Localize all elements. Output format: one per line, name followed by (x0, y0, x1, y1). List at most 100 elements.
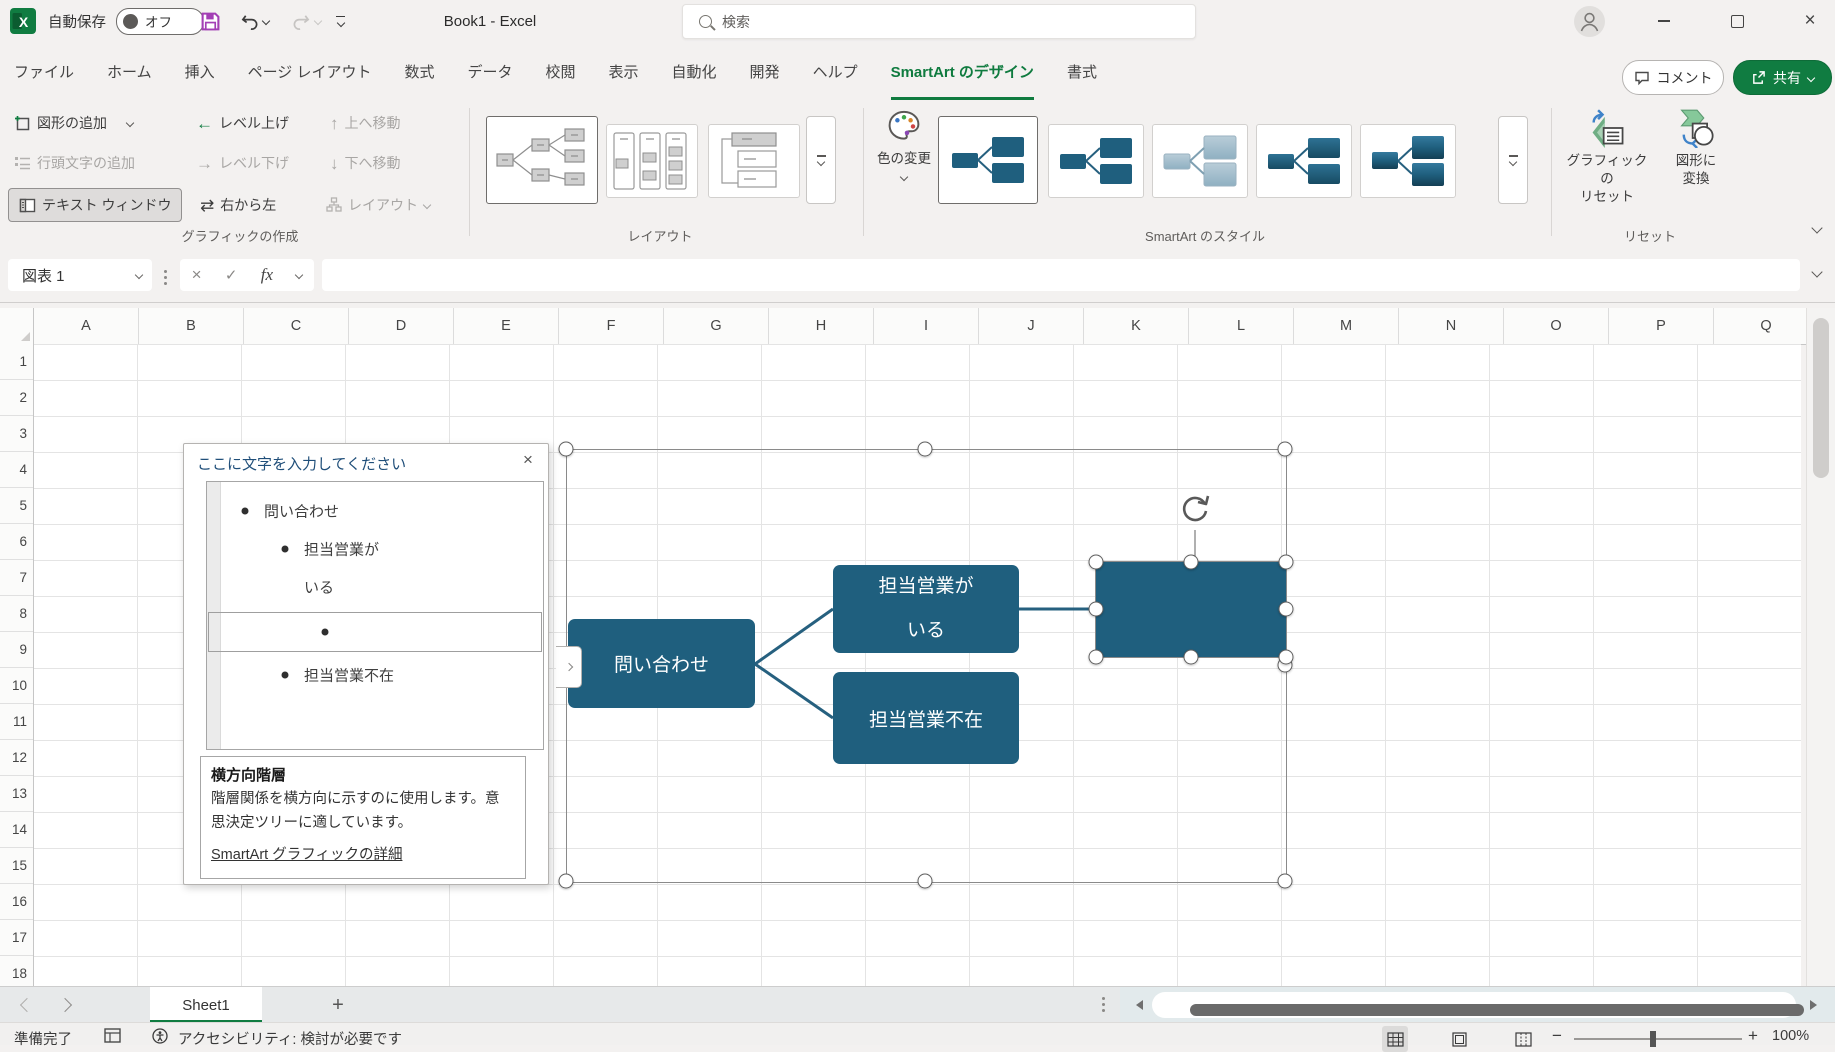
row-header[interactable]: 1 (0, 344, 33, 380)
list-item[interactable]: 問い合わせ (264, 501, 339, 522)
share-button[interactable]: 共有 (1733, 60, 1832, 95)
tab-smartart-design[interactable]: SmartArt のデザイン (891, 42, 1034, 100)
layout-thumbnail-selected[interactable] (486, 116, 598, 204)
formula-bar-splitter[interactable] (164, 270, 167, 285)
shape-handle[interactable] (1279, 602, 1294, 617)
style-thumbnail-4[interactable] (1256, 124, 1352, 198)
horizontal-scrollbar-track[interactable] (1152, 992, 1796, 1018)
collapse-ribbon-icon[interactable] (1811, 222, 1822, 233)
style-thumbnail-selected[interactable] (938, 116, 1038, 204)
text-pane-expand-tab[interactable] (556, 646, 582, 688)
column-header-c[interactable]: C (244, 308, 349, 345)
column-header-f[interactable]: F (559, 308, 664, 345)
selection-handle[interactable] (1278, 874, 1293, 889)
fx-dropdown-icon[interactable] (295, 271, 303, 279)
accessibility-status[interactable]: アクセシビリティ: 検討が必要です (178, 1028, 402, 1049)
row-header[interactable]: 15 (0, 848, 33, 884)
horizontal-scrollbar-thumb[interactable] (1190, 1004, 1804, 1016)
style-thumbnail-5[interactable] (1360, 124, 1456, 198)
column-header-d[interactable]: D (349, 308, 454, 345)
column-header-a[interactable]: A (34, 308, 139, 345)
style-thumbnail-3[interactable] (1152, 124, 1248, 198)
column-header-n[interactable]: N (1399, 308, 1504, 345)
list-item[interactable]: 担当営業が (304, 539, 379, 560)
tab-home[interactable]: ホーム (107, 42, 152, 100)
account-avatar[interactable] (1574, 0, 1605, 42)
demote-button[interactable]: → レベル下げ (196, 146, 289, 180)
column-header-k[interactable]: K (1084, 308, 1189, 345)
shape-handle[interactable] (1089, 555, 1104, 570)
tab-formulas[interactable]: 数式 (404, 42, 434, 100)
cancel-icon[interactable]: × (192, 265, 202, 285)
row-header[interactable]: 6 (0, 524, 33, 560)
maximize-button[interactable] (1714, 0, 1760, 42)
select-all-corner[interactable] (0, 308, 34, 345)
formula-input[interactable] (322, 259, 1800, 291)
row-header[interactable]: 8 (0, 596, 33, 632)
shape-handle[interactable] (1089, 602, 1104, 617)
shape-handle[interactable] (1184, 650, 1199, 665)
scroll-left-icon[interactable] (1136, 1000, 1143, 1010)
smartart-details-link[interactable]: SmartArt グラフィックの詳細 (211, 843, 402, 864)
column-header-i[interactable]: I (874, 308, 979, 345)
row-header[interactable]: 13 (0, 776, 33, 812)
zoom-slider-track[interactable] (1574, 1038, 1742, 1040)
row-header[interactable]: 16 (0, 884, 33, 920)
layout-gallery-more-button[interactable] (806, 116, 836, 204)
row-header[interactable]: 5 (0, 488, 33, 524)
selection-handle[interactable] (1278, 442, 1293, 457)
vertical-scrollbar[interactable] (1806, 308, 1835, 986)
sheet-nav-prev-icon[interactable] (20, 998, 34, 1012)
redo-button[interactable] (292, 0, 321, 42)
add-bullet-button[interactable]: 行頭文字の追加 (14, 146, 135, 180)
reset-graphic-button[interactable]: グラフィックの リセット (1560, 108, 1654, 206)
selection-handle[interactable] (918, 442, 933, 457)
row-header[interactable]: 17 (0, 920, 33, 956)
layout-thumbnail-2[interactable] (606, 124, 698, 198)
zoom-level[interactable]: 100% (1772, 1028, 1809, 1044)
list-item-selected[interactable] (208, 612, 542, 652)
save-icon[interactable] (200, 0, 221, 42)
insert-function-icon[interactable]: fx (261, 265, 273, 285)
shape-child-2[interactable]: 担当営業不在 (833, 672, 1019, 764)
style-thumbnail-2[interactable] (1048, 124, 1144, 198)
layout-thumbnail-3[interactable] (708, 124, 800, 198)
add-shape-button[interactable]: 図形の追加 (14, 106, 133, 140)
page-layout-view-button[interactable] (1446, 1026, 1472, 1052)
column-header-j[interactable]: J (979, 308, 1084, 345)
tab-review[interactable]: 校閲 (546, 42, 576, 100)
scroll-right-icon[interactable] (1810, 1000, 1817, 1010)
tab-view[interactable]: 表示 (609, 42, 639, 100)
column-header-g[interactable]: G (664, 308, 769, 345)
toolbar-overflow-button[interactable] (336, 0, 345, 42)
row-header[interactable]: 9 (0, 632, 33, 668)
text-pane-close-icon[interactable]: × (517, 449, 539, 471)
tab-help[interactable]: ヘルプ (813, 42, 858, 100)
layout-button[interactable]: レイアウト (326, 188, 430, 222)
column-header-p[interactable]: P (1609, 308, 1714, 345)
row-header[interactable]: 10 (0, 668, 33, 704)
zoom-slider-thumb[interactable] (1650, 1031, 1656, 1047)
shape-new-selected[interactable] (1096, 562, 1286, 657)
style-gallery-more-button[interactable] (1498, 116, 1528, 204)
name-box[interactable]: 図表 1 (8, 259, 152, 291)
row-header[interactable]: 2 (0, 380, 33, 416)
shape-root[interactable]: 問い合わせ (568, 619, 755, 708)
undo-button[interactable] (240, 0, 269, 42)
rotate-handle-icon[interactable] (1178, 492, 1212, 526)
tab-data[interactable]: データ (467, 42, 512, 100)
column-header-b[interactable]: B (139, 308, 244, 345)
selection-handle[interactable] (918, 874, 933, 889)
column-header-l[interactable]: L (1189, 308, 1294, 345)
move-up-button[interactable]: ↑ 上へ移動 (330, 106, 401, 140)
list-item-wrap[interactable]: いる (304, 577, 334, 598)
column-header-q[interactable]: Q (1714, 308, 1819, 345)
convert-to-shapes-button[interactable]: 図形に 変換 (1658, 108, 1734, 188)
normal-view-button[interactable] (1382, 1026, 1408, 1052)
enter-icon[interactable]: ✓ (225, 266, 238, 284)
tab-developer[interactable]: 開発 (750, 42, 780, 100)
shape-handle[interactable] (1279, 555, 1294, 570)
text-pane-toggle-button[interactable]: テキスト ウィンドウ (8, 188, 182, 222)
right-to-left-button[interactable]: ⇄ 右から左 (200, 188, 276, 222)
zoom-in-button[interactable]: + (1748, 1026, 1758, 1046)
